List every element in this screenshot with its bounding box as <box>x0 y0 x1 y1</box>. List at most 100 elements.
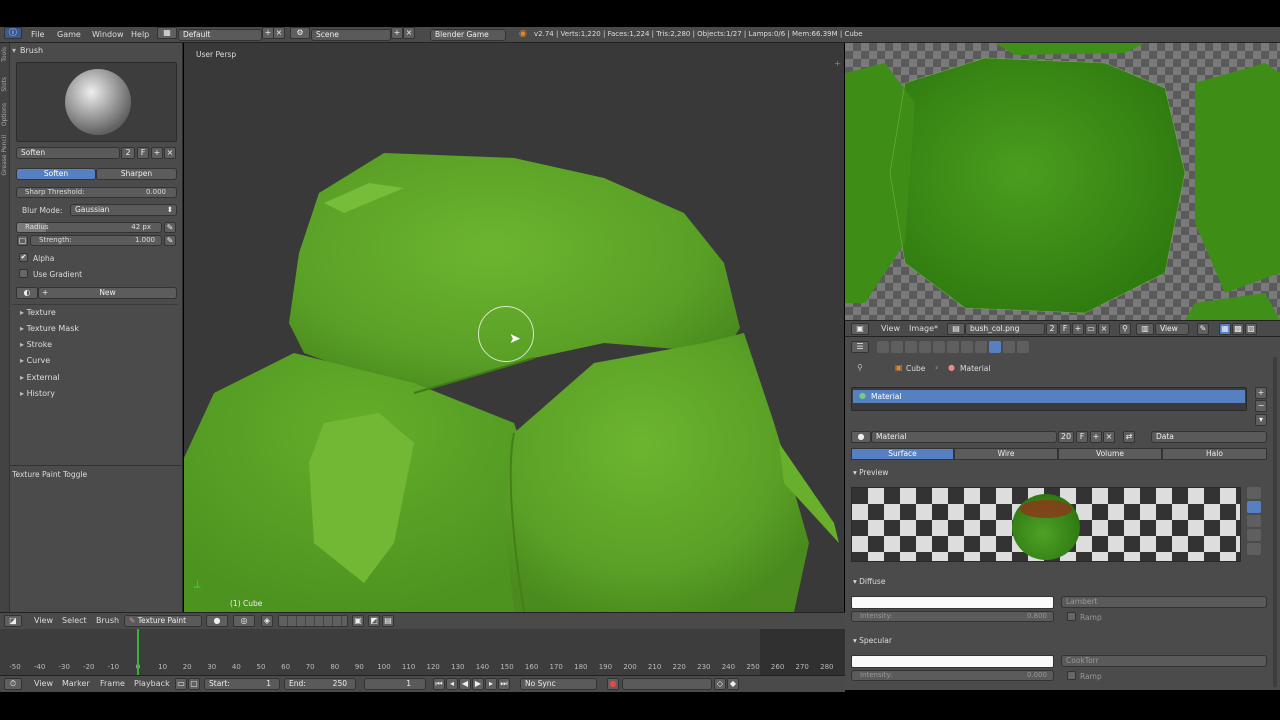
data-tab-icon[interactable] <box>975 341 987 353</box>
delete-keyframe-icon[interactable]: ◆ <box>727 678 739 690</box>
tab-slots[interactable]: Slots <box>1 77 8 92</box>
menu-image[interactable]: Image* <box>909 324 938 333</box>
pin-icon[interactable]: ⚲ <box>857 363 863 372</box>
material-tab-icon[interactable] <box>989 341 1001 353</box>
view-mode-icon[interactable]: ▥ <box>1136 323 1154 335</box>
play-icon[interactable]: ▶ <box>472 678 484 690</box>
screen-layout-field[interactable]: Default <box>178 29 262 41</box>
pressure-strength-icon[interactable]: ✎ <box>164 235 176 246</box>
menu-window[interactable]: Window <box>92 30 124 39</box>
render-preview-icon[interactable]: ◩ <box>368 615 380 627</box>
lock-frame-icon[interactable]: ▢ <box>188 678 200 690</box>
soften-button[interactable]: Soften <box>16 168 96 180</box>
brush-preview[interactable] <box>16 62 177 142</box>
use-gradient-checkbox[interactable] <box>19 269 28 278</box>
fake-user-button[interactable]: F <box>1059 323 1071 335</box>
brush-name-field[interactable]: Soften <box>16 147 120 159</box>
new-image-icon[interactable]: + <box>1072 323 1084 335</box>
material-name-field[interactable]: Material <box>871 431 1057 443</box>
brush-users-count[interactable]: 2 <box>121 147 135 159</box>
prev-keyframe-icon[interactable]: ◂ <box>446 678 458 690</box>
menu-brush[interactable]: Brush <box>96 616 119 625</box>
alpha-display-icon[interactable]: ▩ <box>1232 323 1244 335</box>
pivot-icon[interactable]: ◎ <box>233 615 255 627</box>
display-channels-icon[interactable]: ▦ <box>1219 323 1231 335</box>
view-mode-select[interactable]: View <box>1155 323 1189 335</box>
diffuse-intensity-slider[interactable]: Intensity: 0.800 <box>851 611 1054 622</box>
tab-tools[interactable]: Tools <box>1 47 8 62</box>
manipulator-icon[interactable]: ◈ <box>261 615 273 627</box>
pin-icon[interactable]: ⚲ <box>1119 323 1131 335</box>
render-engine-select[interactable]: Blender Game <box>430 29 506 41</box>
diffuse-shader-select[interactable]: Lambert <box>1061 596 1267 608</box>
face-mask-icon[interactable]: ▣ <box>352 615 364 627</box>
current-frame-indicator[interactable] <box>137 629 139 675</box>
menu-help[interactable]: Help <box>131 30 149 39</box>
tab-volume[interactable]: Volume <box>1058 448 1162 460</box>
radius-slider[interactable]: Radius 42 px <box>16 222 162 233</box>
remove-slot-icon[interactable]: − <box>1255 400 1267 412</box>
sharpen-button[interactable]: Sharpen <box>96 168 177 180</box>
tab-options[interactable]: Options <box>1 103 8 126</box>
menu-view[interactable]: View <box>34 679 53 688</box>
lock-strength-icon[interactable]: ▢ <box>17 235 28 246</box>
editor-type-icon[interactable]: ▣ <box>851 323 869 335</box>
texture-paint-toggle-header[interactable]: ▾ Texture Paint Toggle <box>6 470 87 479</box>
material-slot-list[interactable]: ● Material <box>851 387 1247 411</box>
snapshot-icon[interactable]: ▤ <box>382 615 394 627</box>
material-users-count[interactable]: 20 <box>1058 431 1074 443</box>
menu-frame[interactable]: Frame <box>100 679 125 688</box>
material-browse-icon[interactable]: ● <box>851 431 871 443</box>
add-scene-icon[interactable]: + <box>391 27 403 39</box>
strength-slider[interactable]: Strength: 1.000 <box>30 235 162 246</box>
3d-viewport[interactable]: User Persp ➤ ⟂ (1) Cube + <box>184 43 844 612</box>
preview-panel-header[interactable]: ▾ Preview <box>853 468 888 477</box>
start-frame-field[interactable]: Start: 1 <box>204 678 280 690</box>
image-browse-icon[interactable]: ▤ <box>947 323 965 335</box>
tab-grease-pencil[interactable]: Grease Pencil <box>1 135 8 176</box>
fake-user-button[interactable]: F <box>137 147 149 159</box>
lock-icon[interactable]: ✎ <box>1197 323 1209 335</box>
scene-tab-icon[interactable] <box>905 341 917 353</box>
preview-range-icon[interactable]: ▭ <box>175 678 187 690</box>
image-users-count[interactable]: 2 <box>1046 323 1058 335</box>
material-slot-row[interactable]: ● Material <box>853 390 1245 403</box>
add-slot-icon[interactable]: + <box>1255 387 1267 399</box>
jump-start-icon[interactable]: ⏮ <box>433 678 445 690</box>
open-image-icon[interactable]: ▭ <box>1085 323 1097 335</box>
image-editor-canvas[interactable] <box>845 43 1280 320</box>
specular-intensity-slider[interactable]: Intensity: 0.000 <box>851 670 1054 681</box>
panel-texture-mask[interactable]: Texture Mask <box>20 324 79 333</box>
menu-game[interactable]: Game <box>57 30 81 39</box>
render-tab-icon[interactable] <box>877 341 889 353</box>
remove-brush-icon[interactable]: × <box>164 147 176 159</box>
zoom-icon[interactable]: ▨ <box>1245 323 1257 335</box>
scene-field[interactable]: Scene <box>311 29 391 41</box>
physics-tab-icon[interactable] <box>1017 341 1029 353</box>
pressure-radius-icon[interactable]: ✎ <box>164 222 176 233</box>
preview-cube-icon[interactable] <box>1247 515 1261 527</box>
properties-scrollbar[interactable] <box>1273 357 1277 687</box>
texture-tab-icon[interactable] <box>1003 341 1015 353</box>
editor-type-icon[interactable]: ⓘ <box>4 27 22 39</box>
panel-history[interactable]: History <box>20 389 55 398</box>
next-keyframe-icon[interactable]: ▸ <box>485 678 497 690</box>
remove-scene-icon[interactable]: × <box>403 27 415 39</box>
preview-hair-icon[interactable] <box>1247 543 1261 555</box>
insert-keyframe-icon[interactable]: ◇ <box>714 678 726 690</box>
sync-mode-select[interactable]: No Sync <box>520 678 597 690</box>
interaction-mode-select[interactable]: ✎ Texture Paint <box>124 615 202 627</box>
menu-view[interactable]: View <box>34 616 53 625</box>
diffuse-ramp-checkbox[interactable] <box>1067 612 1076 621</box>
editor-type-icon[interactable]: ◪ <box>4 615 22 627</box>
tab-surface[interactable]: Surface <box>851 448 954 460</box>
sharp-threshold-slider[interactable]: Sharp Threshold: 0.000 <box>16 187 177 198</box>
brush-panel-header[interactable]: Brush <box>20 46 43 55</box>
layer-buttons[interactable] <box>278 615 348 627</box>
constraints-tab-icon[interactable] <box>947 341 959 353</box>
editor-type-icon[interactable]: ☰ <box>851 341 869 353</box>
add-brush-icon[interactable]: + <box>151 147 163 159</box>
menu-view[interactable]: View <box>881 324 900 333</box>
data-link-select[interactable]: Data <box>1151 431 1267 443</box>
unlink-material-icon[interactable]: × <box>1103 431 1115 443</box>
